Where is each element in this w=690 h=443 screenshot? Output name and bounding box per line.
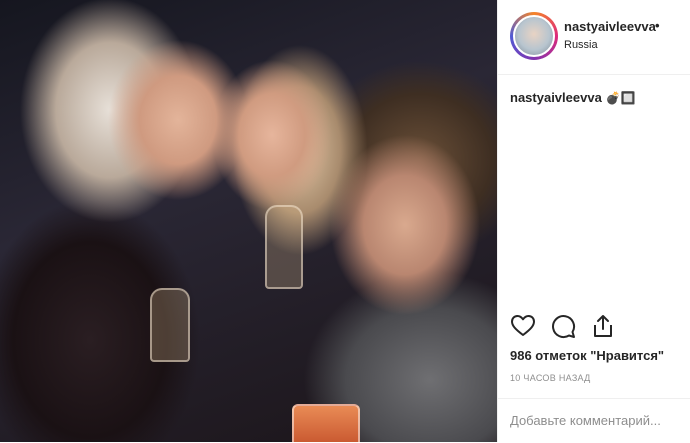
share-icon[interactable] (590, 313, 616, 339)
username-link[interactable]: nastyaivleevva (564, 19, 656, 34)
avatar[interactable] (510, 12, 558, 60)
separator-dot: • (655, 18, 660, 33)
caption: nastyaivleevva 💣🔲 (510, 90, 636, 105)
comment-icon[interactable] (550, 313, 576, 339)
post-timestamp[interactable]: 10 ЧАСОВ НАЗАД (510, 373, 591, 383)
champagne-glass (150, 288, 190, 362)
post-sidebar: nastyaivleevva • Russia nastyaivleevva 💣🔲… (498, 0, 690, 442)
comment-input[interactable] (510, 413, 685, 428)
caption-text: 💣🔲 (605, 91, 636, 105)
heart-icon[interactable] (510, 313, 536, 339)
avatar-image (513, 15, 555, 57)
location-link[interactable]: Russia (564, 39, 598, 51)
caption-username[interactable]: nastyaivleevva (510, 90, 602, 105)
post-photo[interactable] (0, 0, 497, 442)
cocktail-glass (292, 404, 360, 442)
comment-bar (498, 398, 690, 443)
like-count[interactable]: 986 отметок "Нравится" (510, 348, 664, 363)
champagne-glass (265, 205, 303, 289)
post-header: nastyaivleevva • Russia (498, 0, 690, 75)
